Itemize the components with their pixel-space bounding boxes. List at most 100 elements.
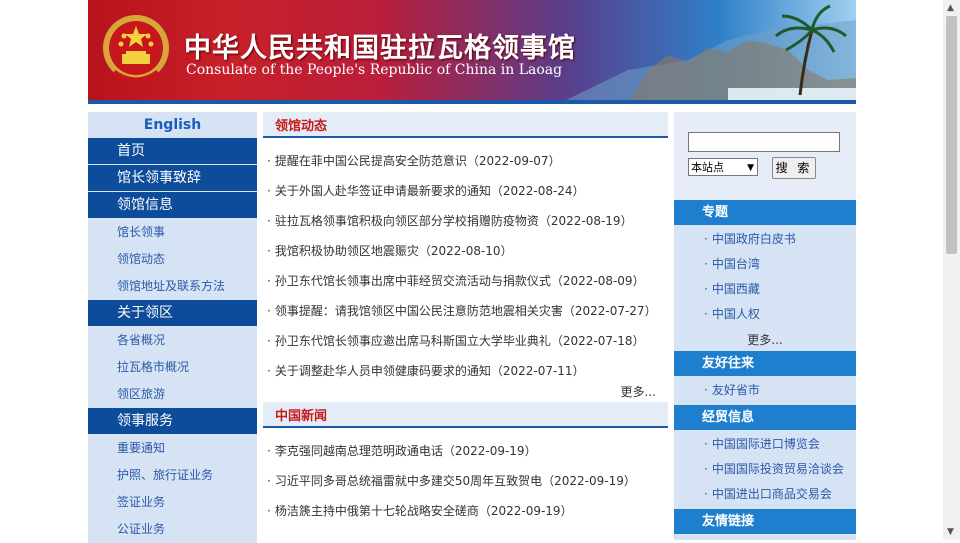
bullet-icon: · [704,462,708,476]
right-link-label[interactable]: 中国政府白皮书 [712,232,796,246]
page: 中华人民共和国驻拉瓦格领事馆 Consulate of the People's… [88,0,856,543]
news-item[interactable]: · 孙卫东代馆长领事出席中菲经贸交流活动与捐款仪式（2022-08-09） [263,266,668,296]
bullet-icon: · [704,282,708,296]
search-button[interactable]: 搜 索 [772,157,816,179]
sidebar-item-12[interactable]: 护照、旅行证业务 [88,462,257,489]
news-item[interactable]: · 杨洁篪主持中俄第十七轮战略安全磋商（2022-09-19） [263,496,668,526]
sidebar-item-8[interactable]: 拉瓦格市概况 [88,354,257,381]
news-item-title[interactable]: 我馆积极协助领区地震赈灾（2022-08-10） [275,244,513,258]
bullet-icon: · [704,307,708,321]
site-subtitle: Consulate of the People's Republic of Ch… [186,62,563,78]
sidebar-item-4[interactable]: 领馆动态 [88,246,257,273]
news-item-title[interactable]: 提醒在菲中国公民提高安全防范意识（2022-09-07） [275,154,561,168]
search-scope-value: 本站点 [691,161,724,174]
scroll-down-icon[interactable]: ▼ [947,527,954,537]
scroll-thumb[interactable] [946,16,957,254]
bullet-icon: · [267,154,271,168]
header-banner: 中华人民共和国驻拉瓦格领事馆 Consulate of the People's… [88,0,856,104]
right-link-item[interactable]: · 中国台湾 [674,252,856,277]
scroll-up-icon[interactable]: ▲ [947,3,954,13]
news-item[interactable]: · 关于外国人赴华签证申请最新要求的通知（2022-08-24） [263,176,668,206]
news-item-title[interactable]: 李克强同越南总理范明政通电话（2022-09-19） [275,444,537,458]
news-item-title[interactable]: 关于调整赴华人员申领健康码要求的通知（2022-07-11） [275,364,585,378]
bullet-icon: · [267,184,271,198]
news-item-title[interactable]: 领事提醒：请我馆领区中国公民注意防范地震相关灾害（2022-07-27） [275,304,657,318]
bullet-icon: · [267,504,271,518]
news-item[interactable]: · 习近平同多哥总统福雷就中多建交50周年互致贺电（2022-09-19） [263,466,668,496]
sidebar-item-5[interactable]: 领馆地址及联系方法 [88,273,257,300]
sidebar-item-2[interactable]: 领馆信息 [88,192,257,219]
right-link-item[interactable]: · 友好省市 [674,378,856,403]
right-link-label[interactable]: 中国人权 [712,307,760,321]
topics-list: · 中国政府白皮书 · 中国台湾 · 中国西藏 · 中国人权 [674,225,856,329]
chevron-down-icon: ▼ [747,163,754,173]
bullet-icon: · [267,244,271,258]
china-news-list: · 李克强同越南总理范明政通电话（2022-09-19） · 习近平同多哥总统福雷就中… [263,428,668,526]
sidebar-item-14[interactable]: 公证业务 [88,516,257,543]
right-link-label[interactable]: 中国台湾 [712,257,760,271]
sidebar-item-7[interactable]: 各省概况 [88,327,257,354]
consulate-news-list: · 提醒在菲中国公民提高安全防范意识（2022-09-07） · 关于外国人赴华签证申… [263,138,668,386]
bullet-icon: · [704,232,708,246]
right-link-item[interactable]: · 中国西藏 [674,277,856,302]
left-nav-list: 首页 馆长领事致辞 领馆信息 馆长领事 领馆动态 领馆地址及联系方法 关于领区 各省概况 拉瓦格… [88,138,257,543]
news-item-title[interactable]: 孙卫东代馆长领事应邀出席马科斯国立大学毕业典礼（2022-07-18） [275,334,645,348]
search-input[interactable] [688,132,840,152]
sidebar-item-0[interactable]: 首页 [88,138,257,165]
topics-more-link[interactable]: 更多... [674,329,856,351]
right-link-item[interactable]: · 中国国际投资贸易洽谈会 [674,457,856,482]
consulate-news-title: 领馆动态 [275,119,328,134]
news-item-title[interactable]: 关于外国人赴华签证申请最新要求的通知（2022-08-24） [275,184,585,198]
news-item-title[interactable]: 习近平同多哥总统福雷就中多建交50周年互致贺电（2022-09-19） [275,474,636,488]
news-item[interactable]: · 领事提醒：请我馆领区中国公民注意防范地震相关灾害（2022-07-27） [263,296,668,326]
trade-header: 经贸信息 [674,405,856,430]
search-scope-select[interactable]: 本站点 ▼ [688,158,758,176]
news-item[interactable]: · 孙卫东代馆长领事应邀出席马科斯国立大学毕业典礼（2022-07-18） [263,326,668,356]
news-item-title[interactable]: 驻拉瓦格领事馆积极向领区部分学校捐赠防疫物资（2022-08-19） [275,214,633,228]
right-link-item[interactable]: · 中国人权 [674,302,856,327]
right-link-label[interactable]: 中国国际进口博览会 [712,437,820,451]
sidebar-item-3[interactable]: 馆长领事 [88,219,257,246]
sidebar-item-6[interactable]: 关于领区 [88,300,257,327]
news-item[interactable]: · 我馆积极协助领区地震赈灾（2022-08-10） [263,236,668,266]
right-link-item[interactable]: · 中国政府白皮书 [674,227,856,252]
national-emblem-icon [103,15,169,83]
consulate-news-header: 领馆动态 [263,112,668,138]
sidebar-item-10[interactable]: 领事服务 [88,408,257,435]
right-sidebar: 本站点 ▼ 搜 索 专题 · 中国政府白皮书 · 中国台湾 · 中国西藏 · 中国人权 更多.… [674,112,856,540]
news-item-title[interactable]: 孙卫东代馆长领事出席中菲经贸交流活动与捐款仪式（2022-08-09） [275,274,645,288]
news-item[interactable]: · 驻拉瓦格领事馆积极向领区部分学校捐赠防疫物资（2022-08-19） [263,206,668,236]
bullet-icon: · [704,257,708,271]
sidebar-item-9[interactable]: 领区旅游 [88,381,257,408]
news-item[interactable]: · 提醒在菲中国公民提高安全防范意识（2022-09-07） [263,146,668,176]
links-header: 友情链接 [674,509,856,534]
right-link-label[interactable]: 中国进出口商品交易会 [712,487,832,501]
friendly-list: · 友好省市 [674,376,856,405]
right-link-label[interactable]: 中国西藏 [712,282,760,296]
bullet-icon: · [704,487,708,501]
right-link-label[interactable]: 友好省市 [712,383,760,397]
bullet-icon: · [267,214,271,228]
news-item-title[interactable]: 杨洁篪主持中俄第十七轮战略安全磋商（2022-09-19） [275,504,573,518]
right-link-label[interactable]: 中国国际投资贸易洽谈会 [712,462,844,476]
china-news-title: 中国新闻 [275,409,328,424]
bullet-icon: · [267,274,271,288]
left-sidebar: English 首页 馆长领事致辞 领馆信息 馆长领事 领馆动态 领馆地址及联系方法 关于领… [88,112,257,543]
sidebar-item-13[interactable]: 签证业务 [88,489,257,516]
bullet-icon: · [704,437,708,451]
english-link[interactable]: English [88,112,257,138]
bullet-icon: · [267,304,271,318]
main-content: 领馆动态 · 提醒在菲中国公民提高安全防范意识（2022-09-07） · 关于外国人… [263,112,668,526]
bullet-icon: · [704,383,708,397]
bullet-icon: · [267,334,271,348]
friendly-header: 友好往来 [674,351,856,376]
sidebar-item-1[interactable]: 馆长领事致辞 [88,165,257,192]
news-item[interactable]: · 李克强同越南总理范明政通电话（2022-09-19） [263,436,668,466]
right-link-item[interactable]: · 中国国际进口博览会 [674,432,856,457]
sidebar-item-11[interactable]: 重要通知 [88,435,257,462]
trade-list: · 中国国际进口博览会 · 中国国际投资贸易洽谈会 · 中国进出口商品交易会 [674,430,856,509]
right-link-item[interactable]: · 中国进出口商品交易会 [674,482,856,507]
scrollbar[interactable]: ▲ ▼ [943,0,960,540]
bullet-icon: · [267,474,271,488]
bullet-icon: · [267,364,271,378]
